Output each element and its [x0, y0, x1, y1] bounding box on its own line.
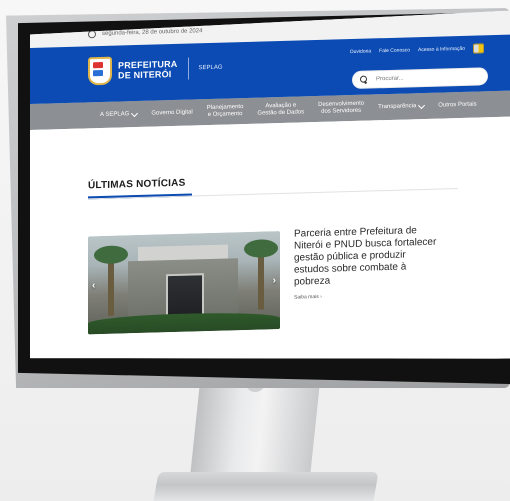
nav-label-avaliacao: Avaliação e Gestão de Dados — [257, 102, 304, 117]
photo-entrance — [166, 273, 204, 318]
link-ouvidoria[interactable]: Ouvidoria — [350, 48, 371, 55]
search-icon[interactable] — [360, 76, 368, 84]
link-acesso-informacao[interactable]: Acesso à Informação — [418, 46, 465, 53]
nav-label-avaliacao-line1: Avaliação e — [265, 102, 297, 110]
carousel-prev-button[interactable]: ‹ — [92, 280, 95, 291]
website-screen: segunda-feira, 28 de outubro de 2024 PRE… — [30, 11, 510, 372]
monitor-stand-base — [153, 472, 379, 501]
nav-planejamento-orcamento[interactable]: Planejamento e Orçamento — [207, 104, 244, 119]
brand-name: PREFEITURA DE NITERÓI — [118, 59, 178, 81]
brand-line-2: DE NITERÓI — [118, 69, 172, 81]
language-flag-icon[interactable] — [473, 43, 484, 53]
section-title: ÚLTIMAS NOTÍCIAS — [88, 177, 186, 192]
nav-label-desenvolvimento-line2: dos Servidores — [321, 107, 362, 115]
nav-transparencia[interactable]: Transparência — [378, 103, 424, 110]
nav-label-outros-portais: Outros Portais — [438, 101, 477, 109]
nav-label-desenvolvimento: Desenvolvimento dos Servidores — [318, 101, 364, 116]
nav-label-planejamento-line1: Planejamento — [206, 104, 244, 112]
photo-palm-tree-left — [108, 256, 114, 316]
search-input[interactable] — [374, 72, 478, 83]
news-photo — [88, 231, 280, 334]
news-summary: Parceria entre Prefeitura de Niterói e P… — [294, 225, 440, 301]
photo-palm-tree-right — [258, 249, 264, 309]
carousel-next-button[interactable]: › — [273, 275, 276, 286]
nav-a-seplag[interactable]: A SEPLAG — [100, 111, 137, 118]
nav-governo-digital[interactable]: Governo Digital — [151, 109, 192, 116]
news-headline[interactable]: Parceria entre Prefeitura de Niterói e P… — [294, 225, 440, 289]
city-crest-icon — [88, 57, 112, 86]
nav-label-transparencia: Transparência — [378, 103, 417, 111]
nav-outros-portais[interactable]: Outros Portais — [438, 102, 476, 109]
photo-bushes — [88, 311, 280, 334]
nav-label-a-seplag: A SEPLAG — [100, 111, 130, 119]
read-more-link[interactable]: Saiba mais › — [294, 291, 440, 301]
brand-divider — [188, 58, 189, 80]
utility-links: Ouvidoria Fale Conosco Acesso à Informaç… — [350, 43, 484, 57]
org-tag: SEPLAG — [198, 64, 223, 72]
site-logo[interactable]: PREFEITURA DE NITERÓI SEPLAG — [88, 54, 223, 86]
nav-label-planejamento: Planejamento e Orçamento — [207, 104, 244, 119]
search-box[interactable] — [352, 67, 488, 89]
nav-avaliacao-gestao-dados[interactable]: Avaliação e Gestão de Dados — [257, 102, 304, 117]
nav-desenvolvimento-servidores[interactable]: Desenvolvimento dos Servidores — [318, 101, 364, 116]
nav-label-planejamento-line2: e Orçamento — [207, 111, 243, 119]
chevron-down-icon — [418, 102, 425, 109]
main-content: ÚLTIMAS NOTÍCIAS ‹ › Parceria entre Pref… — [30, 117, 510, 372]
chevron-down-icon — [131, 110, 138, 117]
link-fale-conosco[interactable]: Fale Conosco — [379, 47, 410, 54]
desktop-scene: segunda-feira, 28 de outubro de 2024 PRE… — [0, 0, 510, 501]
nav-label-avaliacao-line2: Gestão de Dados — [257, 109, 305, 117]
nav-label-governo-digital: Governo Digital — [151, 109, 193, 117]
news-image-carousel[interactable]: ‹ › — [88, 231, 280, 334]
